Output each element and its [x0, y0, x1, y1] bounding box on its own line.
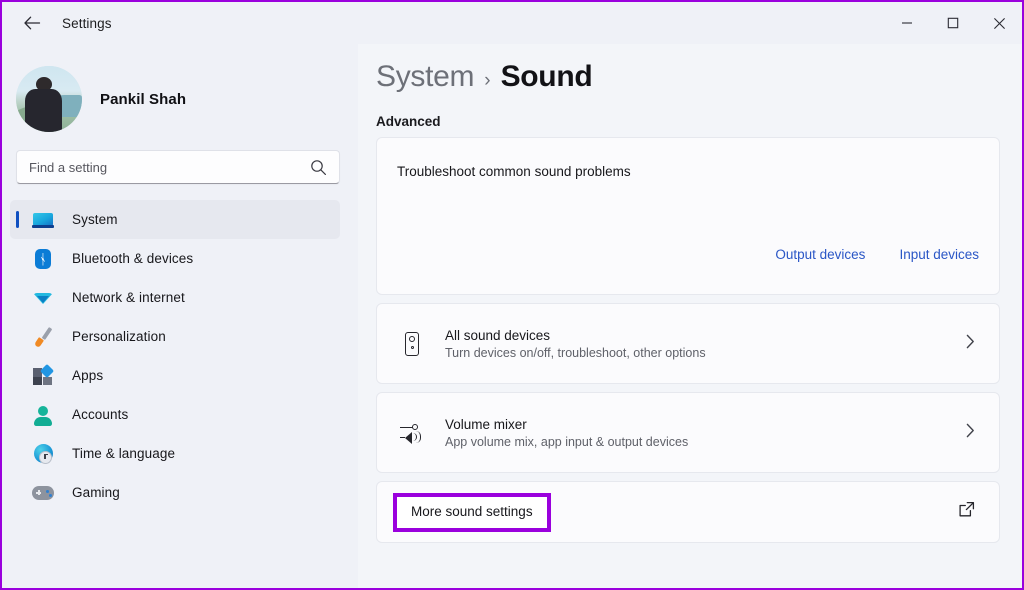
sidebar-item-label: System [72, 212, 118, 227]
row-subtitle: App volume mix, app input & output devic… [445, 435, 966, 449]
maximize-button[interactable] [930, 2, 976, 44]
row-subtitle: Turn devices on/off, troubleshoot, other… [445, 346, 966, 360]
troubleshoot-title: Troubleshoot common sound problems [377, 138, 999, 179]
output-devices-link[interactable]: Output devices [775, 247, 865, 262]
sidebar-item-accounts[interactable]: Accounts [10, 395, 340, 434]
sidebar-item-personalization[interactable]: Personalization [10, 317, 340, 356]
monitor-icon [32, 209, 54, 231]
chevron-right-icon [966, 334, 981, 353]
search-box[interactable] [16, 150, 340, 184]
sidebar-item-system[interactable]: System [10, 200, 340, 239]
back-arrow-icon [23, 15, 41, 31]
sidebar-item-label: Personalization [72, 329, 166, 344]
sidebar-item-label: Time & language [72, 446, 175, 461]
close-button[interactable] [976, 2, 1022, 44]
back-button[interactable] [12, 6, 52, 40]
profile-name: Pankil Shah [100, 91, 186, 108]
title-bar: Settings [2, 2, 1022, 44]
wifi-icon [32, 287, 54, 309]
profile-section[interactable]: Pankil Shah [2, 44, 358, 136]
bluetooth-icon: ᛀ [32, 248, 54, 270]
row-title: Volume mixer [445, 417, 966, 432]
sidebar-item-label: Apps [72, 368, 103, 383]
sidebar: Pankil Shah System ᛀ [2, 44, 358, 590]
sidebar-item-label: Accounts [72, 407, 128, 422]
close-icon [993, 17, 1006, 30]
settings-window: Settings [0, 0, 1024, 590]
input-devices-link[interactable]: Input devices [899, 247, 979, 262]
search-input[interactable] [17, 160, 339, 175]
external-link-icon [958, 501, 981, 523]
clock-globe-icon [32, 443, 54, 465]
all-sound-devices-row[interactable]: All sound devices Turn devices on/off, t… [376, 303, 1000, 384]
volume-mixer-row[interactable]: Volume mixer App volume mix, app input &… [376, 392, 1000, 473]
minimize-icon [901, 17, 913, 29]
chevron-right-icon [966, 423, 981, 442]
troubleshoot-links: Output devices Input devices [775, 247, 979, 262]
speaker-icon [399, 331, 425, 357]
minimize-button[interactable] [884, 2, 930, 44]
search-section [2, 136, 358, 184]
troubleshoot-card: Troubleshoot common sound problems Outpu… [376, 137, 1000, 295]
chevron-right-icon: › [484, 70, 490, 92]
gamepad-icon [32, 482, 54, 504]
highlight-annotation: More sound settings [393, 493, 551, 532]
window-controls [884, 2, 1022, 44]
maximize-icon [947, 17, 959, 29]
breadcrumb: System › Sound [376, 44, 1000, 94]
row-title: All sound devices [445, 328, 966, 343]
sidebar-item-bluetooth-devices[interactable]: ᛀ Bluetooth & devices [10, 239, 340, 278]
sidebar-item-label: Bluetooth & devices [72, 251, 193, 266]
sidebar-item-time-language[interactable]: Time & language [10, 434, 340, 473]
search-icon [310, 159, 327, 176]
sidebar-item-apps[interactable]: Apps [10, 356, 340, 395]
more-sound-settings-row[interactable]: More sound settings [376, 481, 1000, 543]
window-title: Settings [62, 16, 112, 31]
volume-mixer-icon [399, 420, 425, 446]
sidebar-nav: System ᛀ Bluetooth & devices Network & i… [2, 200, 358, 512]
apps-icon [32, 365, 54, 387]
main-content: System › Sound Advanced Troubleshoot com… [358, 44, 1022, 590]
more-sound-settings-label[interactable]: More sound settings [411, 504, 533, 519]
avatar [16, 66, 82, 132]
breadcrumb-parent[interactable]: System [376, 60, 474, 94]
sidebar-item-network-internet[interactable]: Network & internet [10, 278, 340, 317]
paintbrush-icon [32, 326, 54, 348]
sidebar-item-label: Gaming [72, 485, 120, 500]
sidebar-item-label: Network & internet [72, 290, 185, 305]
sidebar-item-gaming[interactable]: Gaming [10, 473, 340, 512]
section-label: Advanced [376, 114, 1000, 129]
page-title: Sound [501, 60, 593, 94]
person-icon [32, 404, 54, 426]
